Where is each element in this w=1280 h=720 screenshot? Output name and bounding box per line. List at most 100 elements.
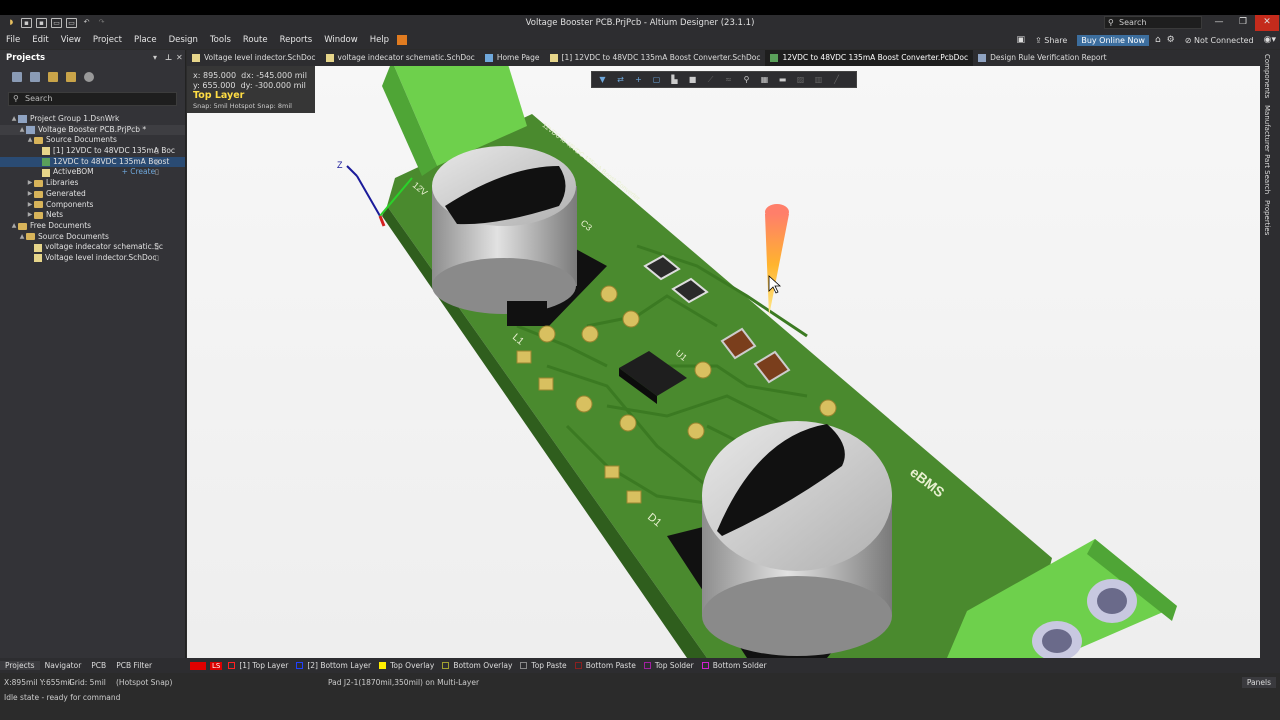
connection-status[interactable]: ⊘ Not Connected [1181,35,1258,46]
save-project-icon[interactable] [12,72,22,82]
layer-tab[interactable]: Bottom Overlay [442,661,512,670]
diff-pair-icon[interactable]: ≈ [724,75,733,84]
minimize-button[interactable]: — [1207,15,1231,31]
expand-arrow-icon[interactable]: ▶ [26,189,34,200]
bottom-tab-pcb-filter[interactable]: PCB Filter [111,661,157,670]
create-bom-link[interactable]: + Create [122,167,156,178]
projects-search-input[interactable]: ⚲ Search [8,92,177,106]
ad-extension-icon[interactable] [397,35,408,45]
save-all-icon[interactable]: ▪ [36,18,47,28]
pcb-3d-viewport[interactable]: 12VDC to 48VDC 135mA Boost Converter C3 … [187,66,1260,658]
expand-arrow-icon[interactable]: ▲ [18,232,26,243]
crosshair-icon[interactable]: + [634,75,643,84]
document-tab[interactable]: [1] 12VDC to 48VDC 135mA Boost Converter… [545,50,766,66]
global-search-input[interactable]: ⚲ Search [1104,16,1202,29]
menu-tools[interactable]: Tools [204,35,237,45]
menu-window[interactable]: Window [318,35,364,45]
place-region-icon[interactable]: ▨ [796,75,805,84]
tree-item[interactable]: ▲ Voltage Booster PCB.PrjPcb * [0,124,185,136]
menu-reports[interactable]: Reports [274,35,319,45]
menu-edit[interactable]: Edit [26,35,54,45]
panels-button[interactable]: Panels [1241,677,1276,688]
expand-arrow-icon[interactable]: ▶ [26,200,34,211]
select-rect-icon[interactable]: ▢ [652,75,661,84]
home-icon[interactable]: ⌂ [1155,35,1161,45]
layer-tab[interactable]: Top Overlay [379,661,434,670]
document-tab[interactable]: voltage indecator schematic.SchDoc [321,50,480,66]
expand-arrow-icon[interactable]: ▲ [18,125,26,136]
layer-tab[interactable]: Top Solder [643,661,694,670]
expand-arrow-icon[interactable]: ▲ [26,135,34,146]
panel-settings-icon[interactable] [84,72,94,82]
tree-item[interactable]: ▲ Project Group 1.DsnWrk [0,114,185,125]
route-icon[interactable]: ⟋ [706,75,715,84]
gear-icon[interactable]: ⚙ [1167,35,1175,45]
tree-item[interactable]: ▶ Nets [0,210,185,221]
expand-arrow-icon[interactable]: ▲ [10,221,18,232]
user-icon[interactable]: ◉▾ [1264,35,1276,45]
tree-item[interactable]: ▶ Components [0,200,185,211]
document-tab[interactable]: Home Page [480,50,545,66]
place-component-icon[interactable]: ▬ [778,75,787,84]
tree-item[interactable]: ▲ Free Documents [0,221,185,232]
place-fill-icon[interactable]: ■ [688,75,697,84]
dimension-icon[interactable]: ▥ [814,75,823,84]
layer-tab[interactable]: Bottom Solder [701,661,767,670]
layer-set-button[interactable]: LS [210,661,223,670]
panel-close-icon[interactable]: ✕ [176,53,183,62]
menu-file[interactable]: File [0,35,26,45]
menu-project[interactable]: Project [87,35,128,45]
layer-tab[interactable]: Bottom Paste [574,661,636,670]
document-tab[interactable]: Design Rule Verification Report [973,50,1111,66]
tree-item[interactable]: [1] 12VDC to 48VDC 135mA Boc ▯ [0,146,185,157]
tree-item[interactable]: ▶ Generated [0,189,185,200]
place-pad-icon[interactable]: ▦ [760,75,769,84]
move-icon[interactable]: ⇄ [616,75,625,84]
expand-arrow-icon[interactable]: ▲ [10,114,18,125]
status-grid[interactable]: Grid: 5mil [69,678,106,687]
buy-online-button[interactable]: Buy Online Now [1077,34,1149,46]
comment-icon[interactable]: ▣ [1016,35,1025,45]
panel-tab-properties[interactable]: Properties [1263,200,1271,235]
layer-tab[interactable]: [2] Bottom Layer [296,661,371,670]
menu-route[interactable]: Route [237,35,274,45]
open-icon[interactable]: ▭ [51,18,62,28]
share-button[interactable]: ⇪ Share [1031,35,1071,46]
compile-icon[interactable] [30,72,40,82]
restore-button[interactable]: ❐ [1231,15,1255,31]
align-icon[interactable]: ▙ [670,75,679,84]
save-icon[interactable]: ▪ [21,18,32,28]
current-layer-swatch[interactable] [190,661,206,670]
open-folder-icon[interactable] [48,72,58,82]
bottom-tab-pcb[interactable]: PCB [86,661,111,670]
tree-item[interactable]: ActiveBOM + Create ▯ [0,167,185,178]
layer-tab[interactable]: Top Paste [520,661,567,670]
tree-item[interactable]: 12VDC to 48VDC 135mA Boost ▯ [0,156,185,168]
layer-tab[interactable]: [1] Top Layer [228,661,288,670]
add-folder-icon[interactable] [66,72,76,82]
filter-icon[interactable]: ▼ [598,75,607,84]
bottom-tab-projects[interactable]: Projects [0,661,40,670]
redo-icon[interactable]: ↷ [96,18,107,28]
place-via-icon[interactable]: ⚲ [742,75,751,84]
tree-item[interactable]: ▲ Source Documents [0,232,185,243]
pin-icon[interactable]: ⊥ [165,53,172,62]
bottom-tab-navigator[interactable]: Navigator [40,661,87,670]
document-tab[interactable]: 12VDC to 48VDC 135mA Boost Converter.Pcb… [765,50,974,66]
close-button[interactable]: ✕ [1255,15,1279,31]
panel-tab-manufacturer-search[interactable]: Manufacturer Part Search [1263,105,1271,194]
menu-view[interactable]: View [55,35,87,45]
expand-arrow-icon[interactable]: ▶ [26,210,34,221]
menu-help[interactable]: Help [364,35,395,45]
tree-item[interactable]: Voltage level indector.SchDoc ▯ [0,253,185,264]
undo-icon[interactable]: ↶ [81,18,92,28]
panel-menu-icon[interactable]: ▾ [153,53,157,62]
tree-item[interactable]: ▲ Source Documents [0,135,185,146]
menu-place[interactable]: Place [128,35,163,45]
tree-item[interactable]: ▶ Libraries [0,178,185,189]
menu-design[interactable]: Design [163,35,204,45]
tree-item[interactable]: voltage indecator schematic.Sc ▯ [0,242,185,253]
open-project-icon[interactable]: ▭ [66,18,77,28]
panel-tab-components[interactable]: Components [1263,54,1271,98]
expand-arrow-icon[interactable]: ▶ [26,178,34,189]
